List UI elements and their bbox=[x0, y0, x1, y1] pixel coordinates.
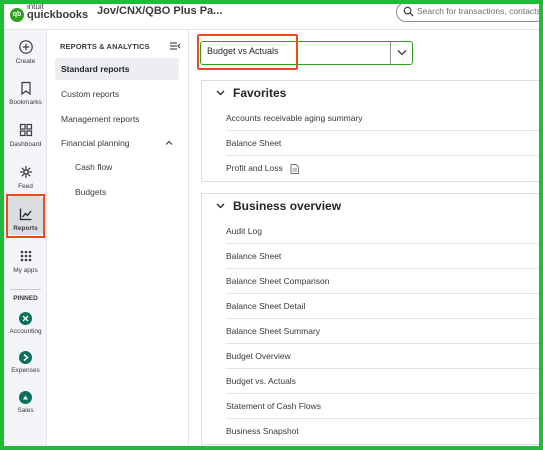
rail-item-label: Accounting bbox=[9, 328, 42, 335]
report-link[interactable]: Business Snapshot bbox=[226, 426, 299, 436]
report-search-dropdown-button[interactable] bbox=[390, 42, 412, 64]
subnav-item-budgets[interactable]: Budgets bbox=[69, 181, 179, 203]
rail-item-my-apps[interactable]: My apps bbox=[4, 248, 47, 274]
business-overview-section: Business overview Audit Log Balance Shee… bbox=[201, 193, 539, 445]
report-row[interactable]: Budget Overview bbox=[226, 344, 539, 369]
reports-subnav: REPORTS & ANALYTICS Standard reports Cus… bbox=[47, 30, 189, 446]
report-row[interactable]: Business Snapshot bbox=[226, 419, 539, 444]
report-row[interactable]: Balance Sheet bbox=[226, 244, 539, 269]
expenses-app-icon bbox=[19, 351, 32, 364]
rail-item-label: Feed bbox=[18, 183, 33, 190]
rail-item-label: Bookmarks bbox=[9, 99, 42, 106]
section-title: Favorites bbox=[233, 86, 287, 100]
rail-item-label: Dashboard bbox=[9, 141, 42, 148]
subnav-item-cash-flow[interactable]: Cash flow bbox=[69, 156, 179, 178]
company-name[interactable]: Jov/CNX/QBO Plus Pa... bbox=[97, 4, 222, 18]
subnav-item-standard-reports[interactable]: Standard reports bbox=[55, 58, 179, 80]
subnav-item-label: Budgets bbox=[75, 187, 107, 197]
rail-item-expenses[interactable]: Expenses bbox=[4, 351, 47, 374]
report-row[interactable]: Accounts receivable aging summary bbox=[226, 106, 539, 131]
section-header[interactable]: Business overview bbox=[202, 194, 539, 219]
chevron-down-icon bbox=[397, 50, 407, 56]
document-icon bbox=[290, 163, 300, 174]
rail-item-create[interactable]: Create bbox=[4, 39, 47, 65]
report-link[interactable]: Balance Sheet bbox=[226, 138, 281, 148]
subnav-item-label: Management reports bbox=[61, 114, 140, 124]
report-row[interactable]: Statement of Cash Flows bbox=[226, 394, 539, 419]
report-row[interactable]: Balance Sheet Detail bbox=[226, 294, 539, 319]
report-row[interactable]: Balance Sheet Summary bbox=[226, 319, 539, 344]
chevron-up-icon bbox=[165, 140, 173, 145]
collapse-menu-icon[interactable] bbox=[169, 40, 181, 52]
search-icon bbox=[403, 6, 414, 17]
report-row[interactable]: Budget vs. Actuals bbox=[226, 369, 539, 394]
subnav-item-financial-planning[interactable]: Financial planning bbox=[55, 132, 179, 154]
global-search[interactable] bbox=[396, 4, 539, 22]
subnav-item-label: Standard reports bbox=[61, 64, 130, 74]
grid-icon bbox=[20, 250, 31, 262]
feed-icon bbox=[19, 166, 32, 178]
subnav-item-management-reports[interactable]: Management reports bbox=[55, 108, 179, 130]
accounting-app-icon bbox=[19, 312, 32, 325]
top-bar: qb intuit quickbooks Jov/CNX/QBO Plus Pa… bbox=[4, 4, 539, 30]
rail-item-dashboard[interactable]: Dashboard bbox=[4, 122, 47, 148]
report-row[interactable]: Audit Log bbox=[226, 219, 539, 244]
subnav-item-custom-reports[interactable]: Custom reports bbox=[55, 83, 179, 105]
subnav-item-label: Cash flow bbox=[75, 162, 113, 172]
report-link[interactable]: Accounts receivable aging summary bbox=[226, 113, 363, 123]
report-row[interactable]: Profit and Loss bbox=[226, 156, 539, 181]
report-link[interactable]: Profit and Loss bbox=[226, 163, 283, 173]
rail-item-label: Create bbox=[15, 58, 36, 65]
app-window: qb intuit quickbooks Jov/CNX/QBO Plus Pa… bbox=[4, 4, 539, 446]
report-link[interactable]: Balance Sheet Comparison bbox=[226, 276, 329, 286]
section-header[interactable]: Favorites bbox=[202, 81, 539, 106]
report-link[interactable]: Audit Log bbox=[226, 226, 262, 236]
report-link[interactable]: Budget vs. Actuals bbox=[226, 376, 296, 386]
report-link[interactable]: Budget Overview bbox=[226, 351, 291, 361]
report-search-combobox[interactable] bbox=[200, 41, 413, 65]
report-link[interactable]: Balance Sheet bbox=[226, 251, 281, 261]
reports-main: Favorites Accounts receivable aging summ… bbox=[189, 30, 539, 446]
rail-item-label: My apps bbox=[13, 267, 38, 274]
report-search-input[interactable] bbox=[207, 46, 387, 56]
sales-app-icon bbox=[19, 391, 32, 404]
global-search-input[interactable] bbox=[417, 6, 539, 16]
report-row[interactable]: Balance Sheet bbox=[226, 131, 539, 156]
left-rail: Create Bookmarks Dashboard Feed Reports … bbox=[4, 30, 47, 446]
reports-highlight-box bbox=[6, 194, 45, 238]
subnav-item-label: Custom reports bbox=[61, 89, 120, 99]
logo-product: quickbooks bbox=[27, 9, 89, 21]
rail-item-accounting[interactable]: Accounting bbox=[4, 312, 47, 335]
report-link[interactable]: Balance Sheet Detail bbox=[226, 301, 305, 311]
dashboard-icon bbox=[19, 123, 32, 137]
quickbooks-logo-icon[interactable]: qb bbox=[10, 8, 24, 22]
section-title: Business overview bbox=[233, 199, 342, 213]
rail-item-label: Sales bbox=[17, 407, 34, 414]
rail-item-sales[interactable]: Sales bbox=[4, 391, 47, 414]
subnav-title: REPORTS & ANALYTICS bbox=[60, 42, 150, 51]
pinned-label: PINNED bbox=[13, 295, 38, 302]
pinned-divider bbox=[10, 289, 41, 290]
report-link[interactable]: Balance Sheet Summary bbox=[226, 326, 320, 336]
chevron-down-icon bbox=[216, 90, 225, 96]
subnav-item-label: Financial planning bbox=[61, 138, 130, 148]
report-row[interactable]: Balance Sheet Comparison bbox=[226, 269, 539, 294]
favorites-section: Favorites Accounts receivable aging summ… bbox=[201, 80, 539, 182]
rail-item-bookmarks[interactable]: Bookmarks bbox=[4, 80, 47, 106]
bookmark-icon bbox=[20, 81, 31, 96]
plus-circle-icon bbox=[18, 40, 33, 54]
report-link[interactable]: Statement of Cash Flows bbox=[226, 401, 321, 411]
chevron-down-icon bbox=[216, 203, 225, 209]
rail-item-feed[interactable]: Feed bbox=[4, 164, 47, 190]
rail-item-label: Expenses bbox=[11, 367, 40, 374]
quickbooks-logo[interactable]: intuit quickbooks bbox=[27, 4, 89, 21]
